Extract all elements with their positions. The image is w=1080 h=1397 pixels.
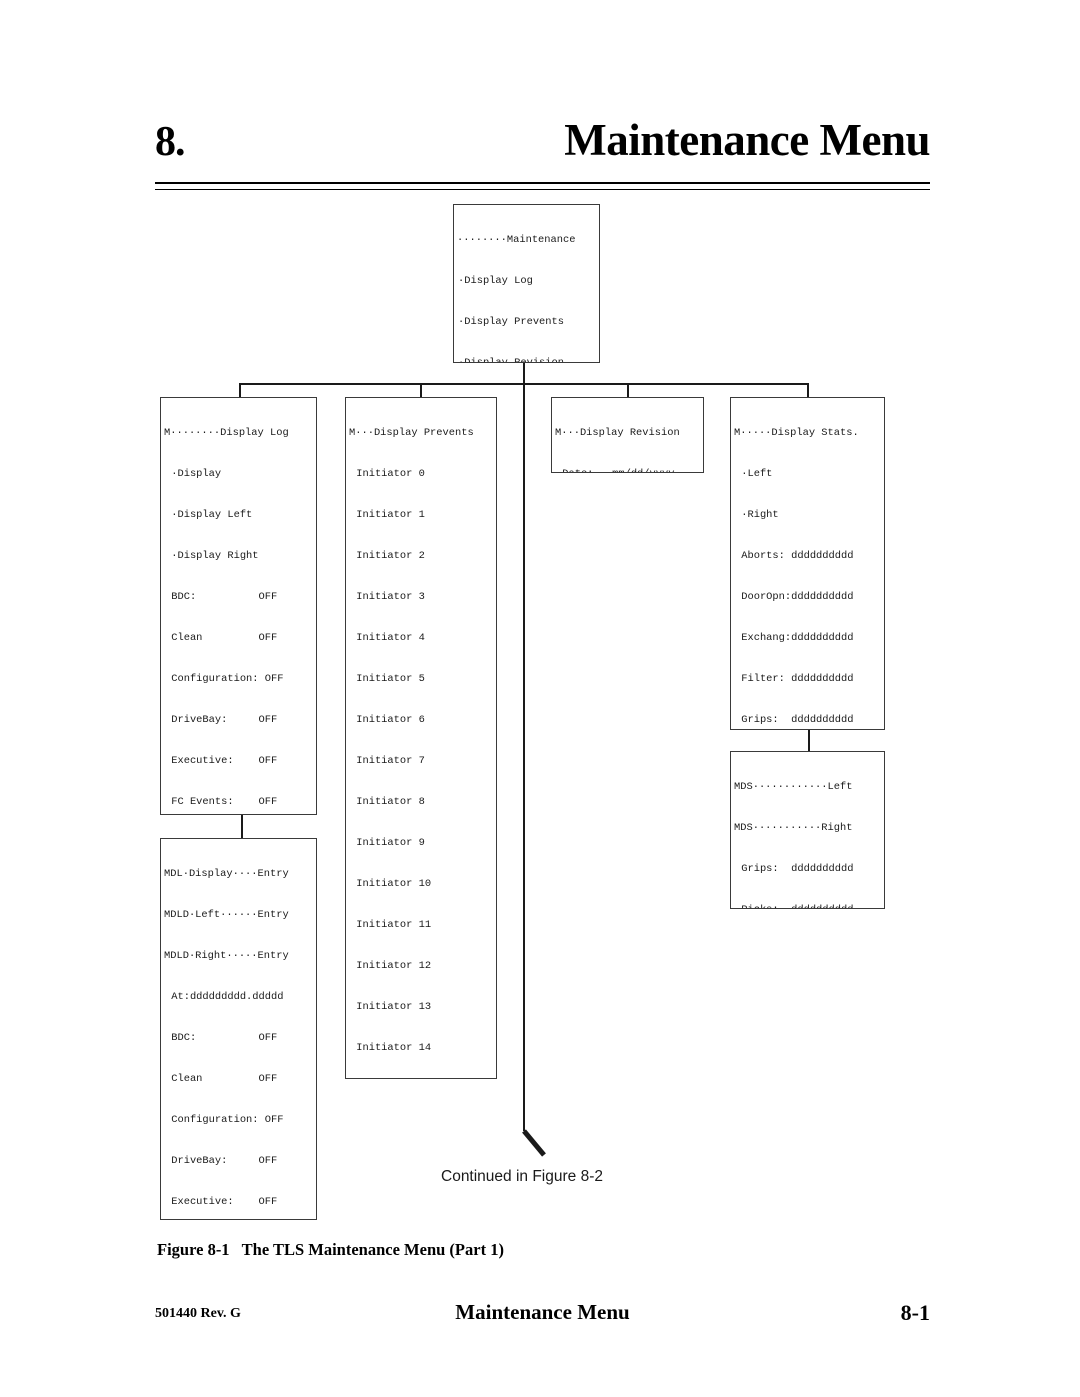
menu-item: Grips: dddddddddd — [735, 713, 854, 726]
connector-branch-display-stats — [807, 383, 810, 397]
menu-item[interactable]: ·Display Right — [161, 550, 316, 564]
menu-item[interactable]: Executive: OFF — [161, 755, 316, 769]
menu-item[interactable]: DriveBay: OFF — [161, 1155, 316, 1169]
menu-item[interactable]: ·Display Revision — [454, 357, 599, 362]
menu-item[interactable]: BDC: OFF — [161, 591, 316, 605]
menu-item[interactable]: Executive: OFF — [161, 1196, 316, 1210]
menu-item[interactable]: FC Events: OFF — [161, 796, 316, 810]
connector-branch-display-prevents — [420, 383, 423, 397]
menu-item[interactable]: Initiator 4 — [346, 632, 496, 646]
menu-item[interactable]: BDC: OFF — [161, 1032, 316, 1046]
menu-box-display-log[interactable]: M········Display Log ·Display ·Display L… — [160, 397, 317, 815]
page-footer: 501440 Rev. G Maintenance Menu 8-1 — [155, 1300, 930, 1330]
menu-item[interactable]: Initiator 14 — [346, 1042, 496, 1056]
menu-box-display-prevents[interactable]: M···Display Prevents Initiator 0 Initiat… — [345, 397, 497, 1079]
menu-item[interactable]: DriveBay: OFF — [161, 714, 316, 728]
menu-item[interactable]: Initiator 12 — [346, 960, 496, 974]
menu-box-subtitle: MDLD·Left······Entry — [164, 909, 289, 922]
menu-box-title: M········Display Log — [164, 427, 289, 440]
menu-item[interactable]: Initiator 6 — [346, 714, 496, 728]
menu-item[interactable]: Configuration: OFF — [161, 1114, 316, 1128]
menu-item[interactable]: ·Right — [731, 509, 884, 523]
connector-display-log-to-entry — [241, 813, 244, 838]
menu-item[interactable]: ·Left — [731, 468, 884, 482]
connector-branch-display-log — [239, 383, 242, 397]
menu-item: At:ddddddddd.ddddd — [165, 991, 284, 1004]
menu-box-subtitle: MDLD·Right·····Entry — [164, 950, 289, 963]
menu-item[interactable]: Initiator 11 — [346, 919, 496, 933]
menu-item[interactable]: Initiator 2 — [346, 550, 496, 564]
menu-box-display-log-entry[interactable]: MDL·Display····Entry MDLD·Left······Entr… — [160, 838, 317, 1220]
menu-box-title: M···Display Revision — [555, 427, 680, 440]
menu-item[interactable]: Configuration: OFF — [161, 673, 316, 687]
continued-label: Continued in Figure 8-2 — [441, 1168, 603, 1185]
menu-box-title: MDS············Left — [734, 781, 853, 794]
menu-item[interactable]: Initiator 8 — [346, 796, 496, 810]
menu-tree-diagram: ········Maintenance ·Display Log ·Displa… — [0, 0, 1080, 1397]
menu-item: Grips: dddddddddd — [735, 863, 854, 876]
menu-item[interactable]: ·Display — [161, 468, 316, 482]
menu-item[interactable]: Initiator 13 — [346, 1001, 496, 1015]
menu-item[interactable]: Initiator 10 — [346, 878, 496, 892]
menu-item[interactable]: ·Display Prevents — [454, 316, 599, 330]
menu-item[interactable]: Initiator 0 — [346, 468, 496, 482]
menu-box-display-stats-side[interactable]: MDS············Left MDS···········Right … — [730, 751, 885, 909]
menu-item: Date: mm/dd/yyyy — [552, 468, 703, 472]
menu-item: Picks: dddddddddd — [731, 904, 884, 908]
menu-box-title: MDL·Display····Entry — [164, 868, 289, 881]
menu-item[interactable]: ·Display Log — [454, 275, 599, 289]
menu-item[interactable]: Initiator 7 — [346, 755, 496, 769]
menu-item[interactable]: Initiator 5 — [346, 673, 496, 687]
connector-display-stats-to-mds — [808, 727, 811, 751]
connector-continued-vertical — [523, 383, 526, 1131]
menu-item: DoorOpn:dddddddddd — [735, 591, 854, 604]
menu-box-title: M·····Display Stats. — [734, 427, 859, 440]
menu-item[interactable]: Initiator 3 — [346, 591, 496, 605]
menu-box-display-stats[interactable]: M·····Display Stats. ·Left ·Right Aborts… — [730, 397, 885, 730]
connector-root-vertical — [523, 362, 526, 384]
menu-box-maintenance[interactable]: ········Maintenance ·Display Log ·Displa… — [453, 204, 600, 363]
menu-item[interactable]: Clean OFF — [161, 1073, 316, 1087]
menu-item: Exchang:dddddddddd — [735, 632, 854, 645]
menu-item[interactable]: ·Display Left — [161, 509, 316, 523]
menu-item[interactable]: Clean OFF — [161, 632, 316, 646]
menu-item[interactable]: Initiator 1 — [346, 509, 496, 523]
figure-caption: Figure 8-1 The TLS Maintenance Menu (Par… — [157, 1240, 504, 1259]
document-page: 8. Maintenance Menu ········Maintenance … — [0, 0, 1080, 1397]
menu-item: Filter: dddddddddd — [735, 673, 854, 686]
menu-box-title: ········Maintenance — [457, 234, 576, 247]
menu-box-display-revision[interactable]: M···Display Revision Date: mm/dd/yyyy Pa… — [551, 397, 704, 473]
menu-item[interactable]: Initiator 9 — [346, 837, 496, 851]
menu-box-subtitle: MDS···········Right — [734, 822, 853, 835]
menu-item: Aborts: dddddddddd — [735, 550, 854, 563]
connector-branch-display-revision — [627, 383, 630, 397]
menu-box-title: M···Display Prevents — [349, 427, 474, 440]
footer-page-number: 8-1 — [900, 1300, 930, 1325]
continued-arrow-icon — [522, 1129, 546, 1157]
footer-chapter-title: Maintenance Menu — [455, 1300, 630, 1324]
